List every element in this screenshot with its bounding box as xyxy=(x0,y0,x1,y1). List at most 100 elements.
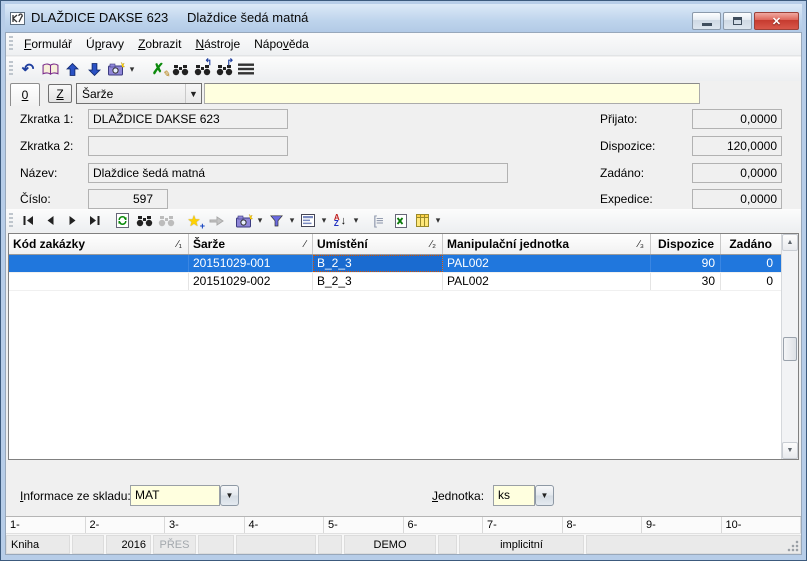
cell-sarze[interactable]: 20151029-001 xyxy=(189,255,313,272)
table-row[interactable]: 20151029-001 B_2_3 PAL002 90 0 xyxy=(9,255,798,273)
refresh-icon[interactable] xyxy=(111,210,133,232)
nazev-field[interactable]: Dlaždice šedá matná xyxy=(88,163,508,183)
down-arrow-badge: ↓ xyxy=(340,214,347,227)
cell-kod-zakazky[interactable] xyxy=(9,273,189,290)
cell-umisteni[interactable]: B_2_3 xyxy=(313,273,443,290)
arrow-down-icon[interactable] xyxy=(83,58,105,80)
jednotka-value[interactable]: ks xyxy=(493,485,535,506)
status-section: 8- xyxy=(563,517,642,533)
zkratka1-field[interactable]: DLAŽDICE DAKSE 623 xyxy=(88,109,288,129)
cislo-field[interactable]: 597 xyxy=(88,189,168,209)
minimize-button[interactable] xyxy=(692,12,721,30)
zadano-field[interactable]: 0,0000 xyxy=(692,163,782,183)
close-button[interactable]: ✕ xyxy=(754,12,799,30)
columns-icon[interactable] xyxy=(411,210,433,232)
chevron-down-icon[interactable]: ▼ xyxy=(185,84,201,103)
status-section: 4- xyxy=(245,517,324,533)
dropdown-icon[interactable]: ▾ xyxy=(433,210,443,232)
tab-zero[interactable]: 0 xyxy=(10,83,40,106)
table-row[interactable]: 20151029-002 B_2_3 PAL002 30 0 xyxy=(9,273,798,291)
status-cell xyxy=(72,535,106,554)
last-record-icon[interactable] xyxy=(83,210,105,232)
first-record-icon[interactable] xyxy=(17,210,39,232)
scrollbar-thumb[interactable] xyxy=(783,337,797,361)
status-cell xyxy=(318,535,344,554)
menu-zobrazit[interactable]: Zobrazit xyxy=(131,34,188,54)
cell-zadano[interactable]: 0 xyxy=(721,255,778,272)
previous-record-icon[interactable] xyxy=(39,210,61,232)
scroll-up-icon[interactable]: ▲ xyxy=(782,234,798,251)
sort-icon[interactable]: A Z ↓ xyxy=(329,210,351,232)
insert-record-icon[interactable]: ★ + xyxy=(183,210,205,232)
status-section: 6- xyxy=(404,517,483,533)
sort-mark: ∕₂ xyxy=(430,238,436,250)
info-dropdown-button[interactable]: ▼ xyxy=(220,485,239,506)
dropdown-icon[interactable]: ▾ xyxy=(351,210,361,232)
jednotka-dropdown-button[interactable]: ▼ xyxy=(535,485,554,506)
dispozice-field[interactable]: 120,0000 xyxy=(692,136,782,156)
z-button[interactable]: Z xyxy=(48,84,72,103)
cell-zadano[interactable]: 0 xyxy=(721,273,778,290)
book-icon[interactable] xyxy=(39,58,61,80)
filter-search-input[interactable] xyxy=(204,83,700,104)
find-icon[interactable] xyxy=(133,210,155,232)
status-book: Kniha xyxy=(6,535,72,554)
undo-icon[interactable]: ↶ xyxy=(17,58,39,80)
edit-confirm-icon[interactable]: ✗ ✎ xyxy=(147,58,170,80)
status-cell xyxy=(438,535,459,554)
find-previous-icon[interactable]: ↰ xyxy=(191,57,213,80)
menu-bar: Formulář Úpravy Zobrazit Nástroje Nápově… xyxy=(6,33,801,56)
status-sections-row: 1- 2- 3- 4- 5- 6- 7- 8- 9- 10- xyxy=(6,517,801,534)
records-table: Kód zakázky ∕₁ Šarže ∕ Umístění ∕₂ Manipula… xyxy=(8,233,799,460)
client-area: Formulář Úpravy Zobrazit Nástroje Nápově… xyxy=(5,32,802,555)
find-next-icon[interactable]: ↱ xyxy=(213,57,235,80)
cell-umisteni-focused[interactable]: B_2_3 xyxy=(313,255,443,272)
dropdown-icon[interactable]: ▾ xyxy=(319,210,329,232)
nazev-label: Název: xyxy=(20,166,58,180)
column-header-sarze[interactable]: Šarže ∕ xyxy=(189,234,313,254)
cell-sarze[interactable]: 20151029-002 xyxy=(189,273,313,290)
zkratka2-field[interactable] xyxy=(88,136,288,156)
cell-dispozice[interactable]: 30 xyxy=(651,273,721,290)
column-header-dispozice[interactable]: Dispozice xyxy=(651,234,721,254)
camera-icon[interactable] xyxy=(233,210,255,232)
menu-lines-icon[interactable] xyxy=(235,58,257,80)
dropdown-icon[interactable]: ▾ xyxy=(287,210,297,232)
footer-controls: Informace ze skladu: MAT ▼ Jednotka: ks … xyxy=(6,479,801,513)
camera-icon[interactable] xyxy=(105,58,127,80)
column-header-umisteni[interactable]: Umístění ∕₂ xyxy=(313,234,443,254)
restore-button[interactable] xyxy=(723,12,752,30)
vertical-scrollbar[interactable]: ▲ ▼ xyxy=(781,234,798,459)
status-cell xyxy=(198,535,236,554)
cell-kod-zakazky[interactable] xyxy=(9,255,189,272)
status-section: 10- xyxy=(722,517,801,533)
column-header-kod-zakazky[interactable]: Kód zakázky ∕₁ xyxy=(9,234,189,254)
binoculars-icon[interactable] xyxy=(169,58,191,80)
menu-upravy[interactable]: Úpravy xyxy=(79,34,131,54)
resize-grip[interactable] xyxy=(787,540,799,552)
info-ze-skladu-value[interactable]: MAT xyxy=(130,485,220,506)
excel-export-icon[interactable] xyxy=(389,210,411,232)
dropdown-icon[interactable]: ▾ xyxy=(127,58,137,80)
menu-napoveda[interactable]: Nápověda xyxy=(247,34,316,54)
status-section: 3- xyxy=(165,517,245,533)
cell-dispozice[interactable]: 90 xyxy=(651,255,721,272)
form-view-icon[interactable] xyxy=(297,210,319,232)
zkratka2-label: Zkratka 2: xyxy=(20,139,74,153)
column-header-zadano[interactable]: Zadáno xyxy=(721,234,778,254)
next-record-icon[interactable] xyxy=(61,210,83,232)
menu-formular[interactable]: Formulář xyxy=(17,34,79,54)
filter-field-select[interactable]: Šarže ▼ xyxy=(76,83,202,104)
cell-manipulacni-jednotka[interactable]: PAL002 xyxy=(443,255,651,272)
prijato-field[interactable]: 0,0000 xyxy=(692,109,782,129)
dropdown-icon[interactable]: ▾ xyxy=(255,210,265,232)
prijato-label: Přijato: xyxy=(600,112,638,126)
menu-nastroje[interactable]: Nástroje xyxy=(188,34,247,54)
expedice-field[interactable]: 0,0000 xyxy=(692,189,782,209)
scroll-down-icon[interactable]: ▼ xyxy=(782,442,798,459)
filter-icon[interactable] xyxy=(265,210,287,232)
arrow-up-icon[interactable] xyxy=(61,58,83,80)
cell-manipulacni-jednotka[interactable]: PAL002 xyxy=(443,273,651,290)
right-arrow-badge: ↱ xyxy=(226,57,234,67)
column-header-manipulacni-jednotka[interactable]: Manipulační jednotka ∕₃ xyxy=(443,234,651,254)
